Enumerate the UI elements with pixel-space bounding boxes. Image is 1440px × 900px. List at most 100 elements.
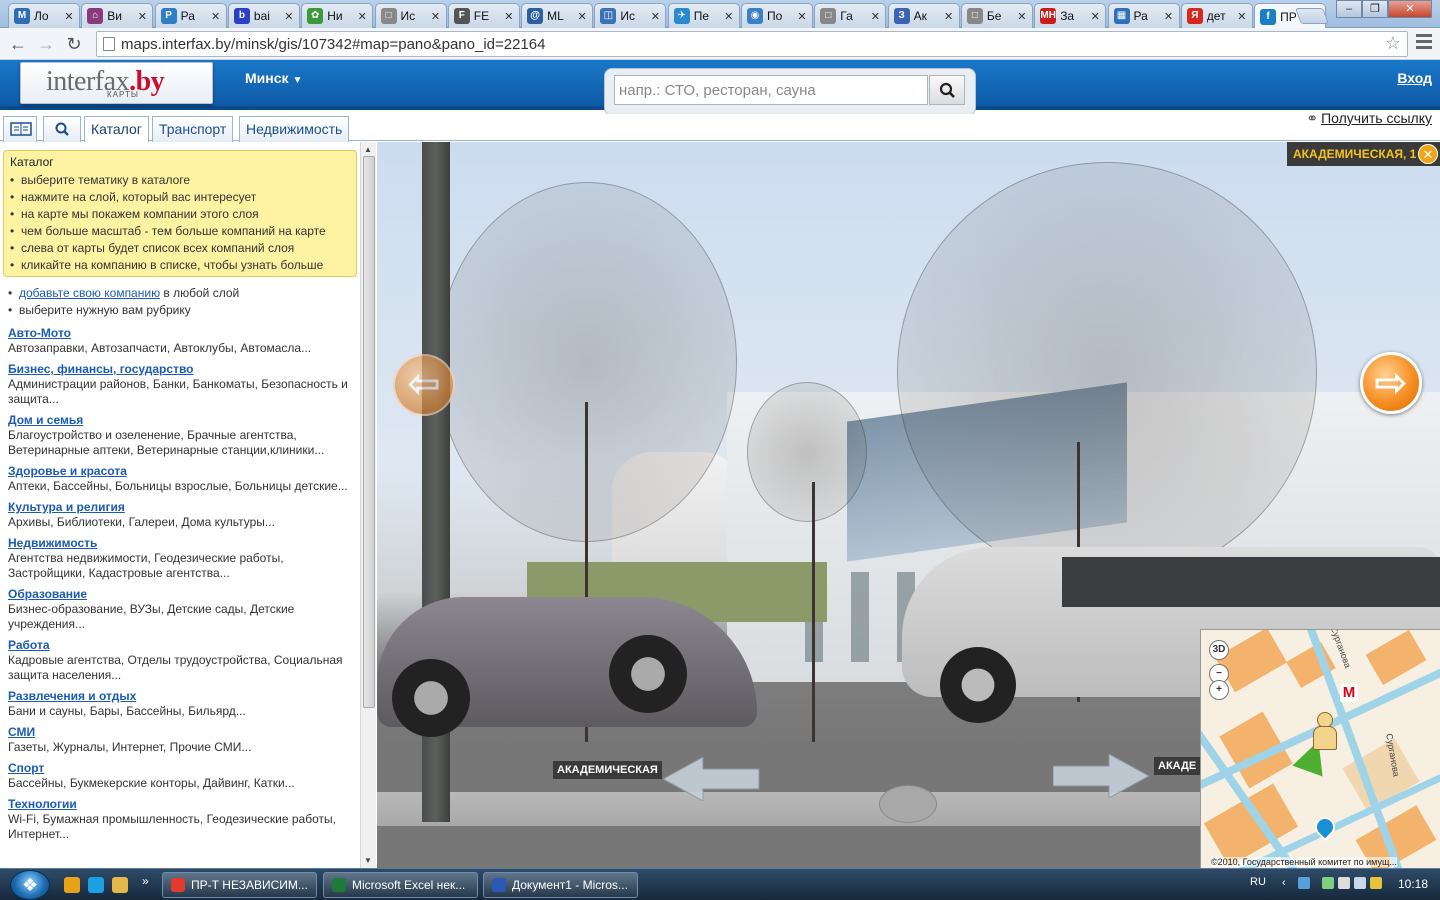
search-input[interactable]	[614, 75, 928, 105]
start-button[interactable]: ❖	[10, 870, 50, 900]
tab-close-icon[interactable]: ✕	[136, 10, 148, 23]
catalog-scrollbar[interactable]: ▲ ▼	[360, 142, 376, 868]
taskbar-button-label: ПР-Т НЕЗАВИСИМ...	[191, 878, 308, 892]
new-tab-button[interactable]	[1295, 8, 1329, 24]
browser-tab[interactable]: ◉ По ✕	[741, 3, 813, 28]
browser-tab[interactable]: □ Ис ✕	[374, 3, 447, 28]
category-link[interactable]: Дом и семья	[8, 413, 353, 428]
ground-position-marker[interactable]	[879, 785, 937, 823]
category-link[interactable]: Спорт	[8, 761, 353, 776]
tab-close-icon[interactable]: ✕	[210, 10, 222, 23]
tab-close-icon[interactable]: ✕	[1089, 10, 1101, 23]
browser-tab[interactable]: M Ло ✕	[8, 3, 80, 28]
taskbar-button[interactable]: Microsoft Excel нек...	[323, 872, 478, 898]
clock[interactable]: 10:18	[1398, 877, 1428, 891]
browser-tab[interactable]: F FE ✕	[447, 3, 520, 28]
site-logo[interactable]: interfax.by КАРТЫ	[20, 62, 213, 104]
tab-close-icon[interactable]: ✕	[356, 10, 368, 23]
taskbar-button[interactable]: Документ1 - Micros...	[483, 872, 638, 898]
category-link[interactable]: Здоровье и красота	[8, 464, 353, 479]
tab-close-icon[interactable]: ✕	[796, 10, 808, 23]
tab-close-icon[interactable]: ✕	[283, 10, 295, 23]
login-link[interactable]: Вход	[1397, 70, 1432, 86]
tray-icon[interactable]	[1298, 877, 1310, 889]
scroll-up-icon[interactable]: ▲	[364, 145, 372, 154]
ground-arrow-left[interactable]	[663, 757, 763, 801]
category-link[interactable]: Культура и религия	[8, 500, 353, 515]
minimap[interactable]: Сурганова Сурганова 3D − + М ©2010, Госу…	[1200, 629, 1440, 868]
pano-back-arrow-button[interactable]: ⇦	[393, 354, 455, 416]
city-selector[interactable]: Минск ▼	[245, 70, 302, 86]
browser-tab[interactable]: ✈ Пе ✕	[667, 3, 740, 28]
address-bar[interactable]: maps.interfax.by/minsk/gis/107342#map=pa…	[96, 31, 1408, 57]
maximize-button[interactable]: ❐	[1362, 0, 1388, 18]
tab-close-icon[interactable]: ✕	[503, 10, 515, 23]
category-link[interactable]: Образование	[8, 587, 353, 602]
tab-transport[interactable]: Транспорт	[152, 116, 234, 142]
browser-tab[interactable]: □ Га ✕	[814, 3, 887, 28]
tab-close-icon[interactable]: ✕	[63, 10, 75, 23]
close-window-button[interactable]: ✕	[1388, 0, 1432, 18]
browser-tab[interactable]: P Ра ✕	[154, 3, 227, 28]
pegman-icon[interactable]	[1309, 712, 1339, 752]
category-link[interactable]: Недвижимость	[8, 536, 353, 551]
tab-close-icon[interactable]: ✕	[649, 10, 661, 23]
tab-close-icon[interactable]: ✕	[576, 10, 588, 23]
search-tab[interactable]	[43, 116, 81, 142]
tab-close-icon[interactable]: ✕	[1016, 10, 1028, 23]
browser-tab[interactable]: Ядет ✕	[1180, 3, 1253, 28]
skype-icon[interactable]	[88, 877, 104, 893]
tab-close-icon[interactable]: ✕	[1163, 10, 1175, 23]
ground-arrow-right[interactable]	[1053, 754, 1153, 798]
star-icon[interactable]: ☆	[1385, 33, 1401, 54]
get-link[interactable]: ⚭ Получить ссылку	[1306, 110, 1432, 127]
tab-close-icon[interactable]: ✕	[1236, 10, 1248, 23]
browser-tab[interactable]: □ Бе ✕	[960, 3, 1033, 28]
minimize-button[interactable]: –	[1336, 0, 1362, 18]
browser-tab[interactable]: ✿ Ни ✕	[301, 3, 374, 28]
zoom-in-button[interactable]: +	[1209, 680, 1229, 700]
browser-tab[interactable]: ▦ Ра ✕	[1107, 3, 1180, 28]
quicklaunch-icon[interactable]	[64, 877, 80, 893]
browser-tab[interactable]: ⌂ Ви ✕	[81, 3, 154, 28]
scrollbar-thumb[interactable]	[363, 156, 375, 708]
forward-icon[interactable]: →	[34, 32, 58, 56]
browser-tab[interactable]: МН За ✕	[1034, 3, 1107, 28]
pano-forward-arrow-button[interactable]: ⇨	[1360, 352, 1422, 414]
menu-icon[interactable]	[1416, 34, 1432, 52]
url-text[interactable]: maps.interfax.by/minsk/gis/107342#map=pa…	[121, 36, 545, 53]
add-company-link[interactable]: добавьте свою компанию	[19, 286, 160, 300]
tray-expand-icon[interactable]: ‹	[1282, 877, 1294, 889]
taskbar-button[interactable]: ПР-Т НЕЗАВИСИМ...	[162, 872, 317, 898]
category-link[interactable]: Бизнес, финансы, государство	[8, 362, 353, 377]
tab-close-icon[interactable]: ✕	[943, 10, 955, 23]
power-icon[interactable]	[1338, 877, 1350, 889]
browser-tab[interactable]: ◫ Ис ✕	[594, 3, 667, 28]
tab-realty[interactable]: Недвижимость	[239, 116, 350, 142]
browser-tab[interactable]: З Ак ✕	[887, 3, 960, 28]
map-3d-button[interactable]: 3D	[1209, 640, 1229, 660]
language-indicator[interactable]: RU	[1250, 876, 1266, 888]
back-icon[interactable]: ←	[6, 32, 30, 56]
tab-catalog[interactable]: Каталог	[84, 116, 149, 143]
tab-close-icon[interactable]: ✕	[869, 10, 881, 23]
close-icon[interactable]: ✕	[1418, 144, 1438, 164]
reload-icon[interactable]: ↻	[62, 32, 86, 56]
category-link[interactable]: Работа	[8, 638, 353, 653]
category-link[interactable]: Авто-Мото	[8, 326, 353, 341]
search-button[interactable]	[929, 75, 965, 105]
tray-icon[interactable]	[1370, 877, 1382, 889]
network-icon[interactable]	[1322, 877, 1334, 889]
scroll-down-icon[interactable]: ▼	[364, 856, 372, 865]
category-link[interactable]: СМИ	[8, 725, 353, 740]
quicklaunch-more[interactable]: »	[142, 874, 149, 888]
volume-icon[interactable]	[1354, 877, 1366, 889]
list-view-tab[interactable]	[3, 116, 37, 142]
category-link[interactable]: Развлечения и отдых	[8, 689, 353, 704]
browser-tab[interactable]: @ ML ✕	[521, 3, 594, 28]
category-link[interactable]: Технологии	[8, 797, 353, 812]
tab-close-icon[interactable]: ✕	[430, 10, 442, 23]
folder-icon[interactable]	[112, 877, 128, 893]
tab-close-icon[interactable]: ✕	[723, 10, 735, 23]
browser-tab[interactable]: b bai ✕	[227, 3, 300, 28]
